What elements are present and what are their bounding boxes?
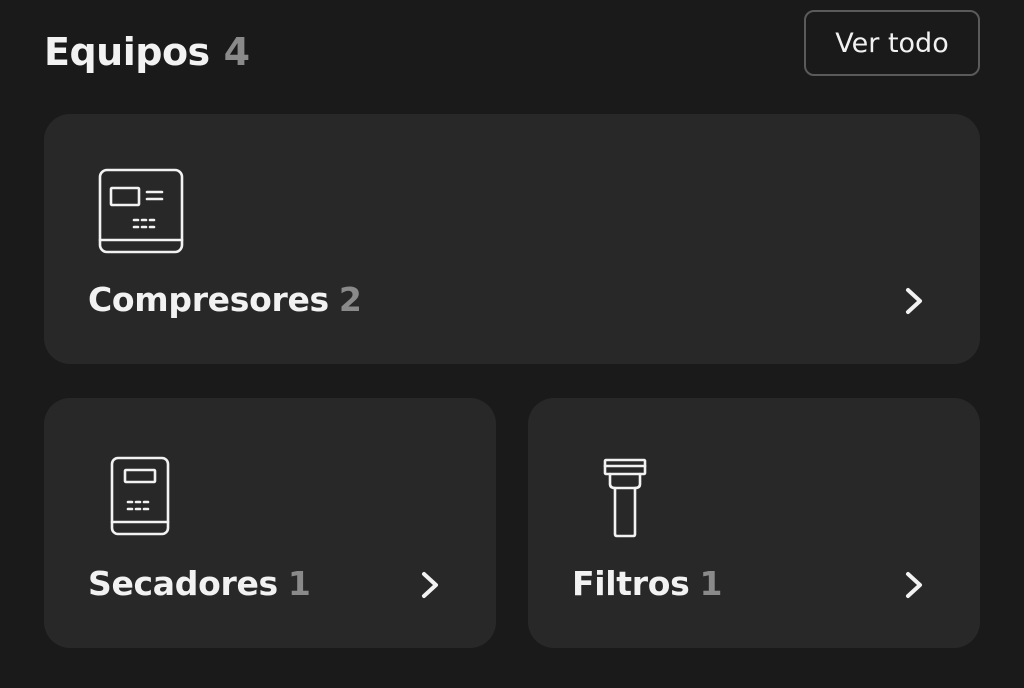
category-card-secadores[interactable]: Secadores 1 — [44, 398, 496, 648]
category-name: Compresores — [88, 280, 329, 319]
chevron-right-icon — [902, 570, 928, 600]
category-name: Filtros — [572, 564, 690, 603]
section-title-label: Equipos — [44, 30, 210, 74]
section-title: Equipos 4 — [44, 30, 250, 74]
section-title-count: 4 — [223, 30, 250, 74]
category-card-filtros[interactable]: Filtros 1 — [528, 398, 980, 648]
category-count: 1 — [699, 564, 723, 603]
category-count: 1 — [287, 564, 311, 603]
dryer-icon — [108, 456, 172, 540]
category-count: 2 — [338, 280, 362, 319]
filter-icon — [602, 458, 648, 542]
category-label: Filtros 1 — [572, 564, 722, 604]
view-all-button[interactable]: Ver todo — [804, 10, 980, 76]
chevron-right-icon — [902, 286, 928, 316]
chevron-right-icon — [418, 570, 444, 600]
category-label: Compresores 2 — [88, 280, 362, 320]
category-label: Secadores 1 — [88, 564, 311, 604]
category-name: Secadores — [88, 564, 278, 603]
compressor-icon — [96, 168, 186, 262]
section-header: Equipos 4 Ver todo — [44, 10, 980, 82]
category-card-compresores[interactable]: Compresores 2 — [44, 114, 980, 364]
